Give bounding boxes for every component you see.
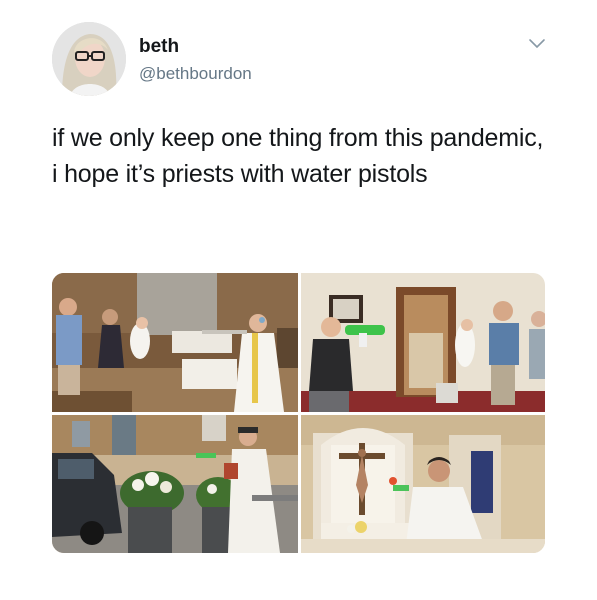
user-handle[interactable]: @bethbourdon [139,64,252,84]
display-name[interactable]: beth [139,36,179,58]
photo-priest-altar-crucifix[interactable] [301,415,545,553]
photo-priest-green-water-gun[interactable] [301,273,545,412]
avatar[interactable] [52,22,126,96]
photo-baptism-church-interior[interactable] [52,273,298,412]
tweet-card: beth @bethbourdon if we only keep one th… [0,0,597,600]
photo-priest-outdoor-car[interactable] [52,415,298,553]
chevron-down-icon[interactable] [526,36,548,52]
tweet-text: if we only keep one thing from this pand… [52,124,544,188]
media-grid [52,273,545,553]
